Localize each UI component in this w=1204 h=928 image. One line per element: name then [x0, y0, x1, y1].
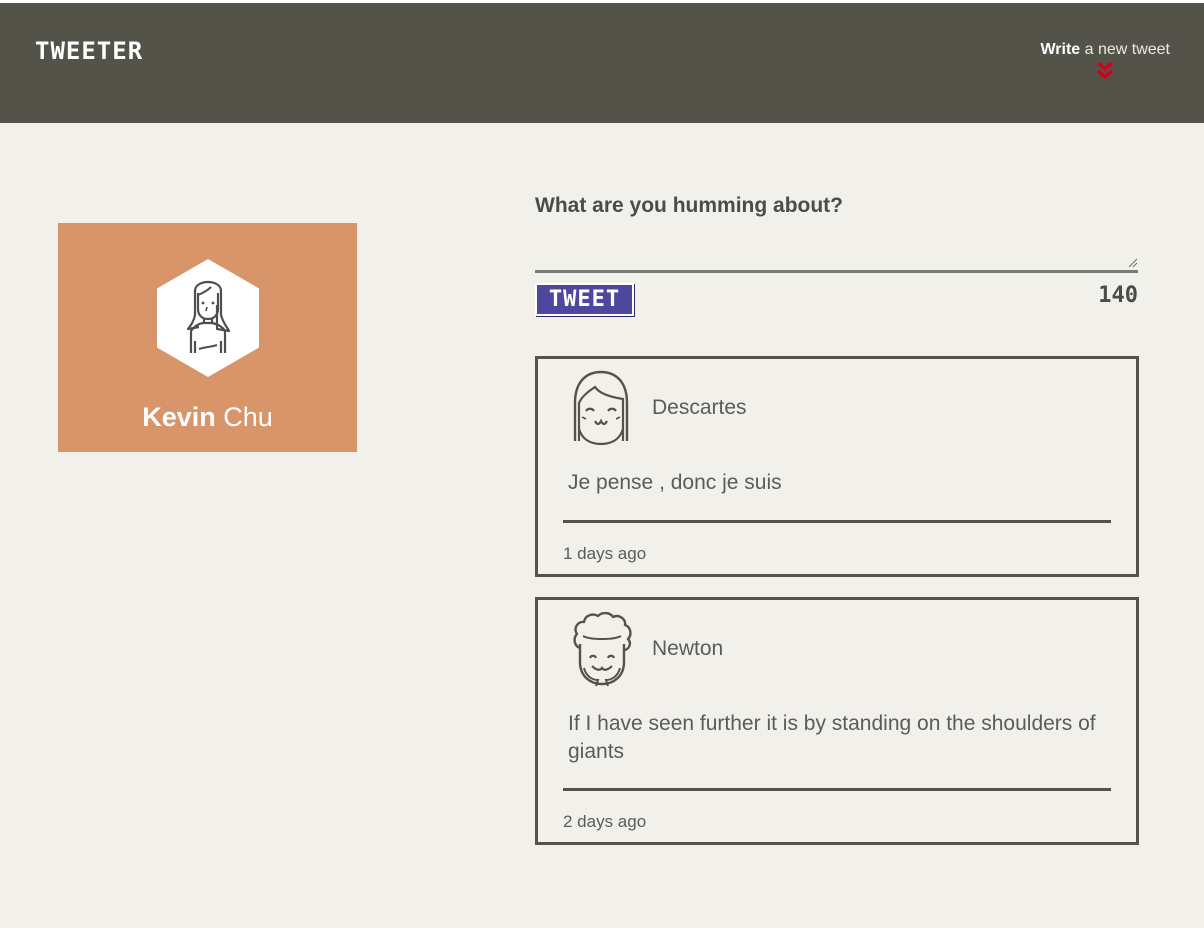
double-chevron-down-icon[interactable]: [1096, 61, 1114, 81]
profile-card: Kevin Chu: [58, 223, 357, 452]
write-label-bold: Write: [1040, 41, 1081, 58]
curly-hair-avatar-icon: [573, 611, 632, 687]
tweet-card: Newton If I have seen further it is by s…: [535, 597, 1139, 845]
girl-avatar-icon: [157, 259, 259, 377]
girl-bangs-avatar-icon: [573, 370, 629, 445]
tweet-text: If I have seen further it is by standing…: [568, 712, 1096, 763]
resize-grip-icon[interactable]: [1128, 258, 1138, 268]
tweet-divider: [563, 788, 1111, 791]
tweet-author[interactable]: Newton: [652, 637, 723, 661]
navbar: TWEETER Write a new tweet: [0, 3, 1204, 123]
profile-name: Kevin Chu: [58, 402, 357, 433]
tweet-text: Je pense , donc je suis: [568, 471, 782, 494]
tweet-author[interactable]: Descartes: [652, 396, 747, 420]
tweet-timestamp: 1 days ago: [563, 544, 647, 563]
profile-first-name: Kevin: [142, 402, 216, 432]
brand-logo[interactable]: TWEETER: [35, 37, 143, 65]
tweet-divider: [563, 520, 1111, 523]
write-label-rest: a new tweet: [1080, 41, 1170, 58]
compose-prompt: What are you humming about?: [535, 194, 843, 217]
char-counter: 140: [1098, 283, 1138, 308]
tweet-submit-button[interactable]: TWEET: [535, 283, 634, 316]
write-new-tweet-label[interactable]: Write a new tweet: [1040, 41, 1170, 59]
write-new-tweet-toggle[interactable]: Write a new tweet: [1040, 41, 1170, 81]
profile-last-name: Chu: [215, 402, 273, 432]
tweet-card: Descartes Je pense , donc je suis 1 days…: [535, 356, 1139, 577]
tweet-timestamp: 2 days ago: [563, 812, 647, 831]
tweet-input[interactable]: [535, 232, 1138, 273]
